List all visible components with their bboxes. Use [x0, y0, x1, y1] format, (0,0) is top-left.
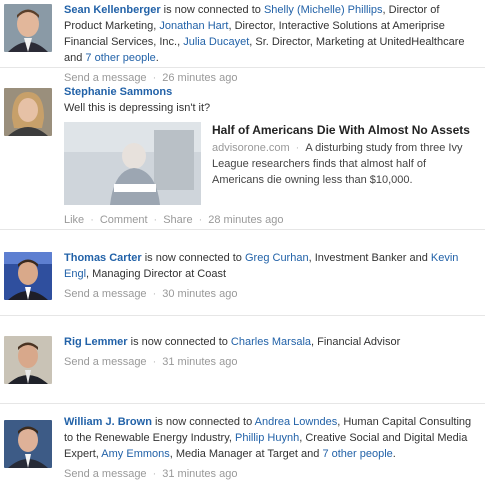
member-name-link[interactable]: William J. Brown	[64, 416, 152, 428]
connection-link[interactable]: Jonathan Hart	[159, 20, 228, 32]
member-name-link[interactable]: Thomas Carter	[64, 252, 142, 264]
feed-item: Thomas Carter is now connected to Greg C…	[0, 230, 485, 316]
profile-photo-icon	[4, 88, 52, 136]
connection-link[interactable]: Charles Marsala	[231, 336, 311, 348]
connection-link[interactable]: Julia Ducayet	[183, 36, 249, 48]
like-button[interactable]: Like	[64, 214, 84, 226]
feed-item-meta: Send a message · 31 minutes ago	[64, 356, 238, 368]
article-thumbnail[interactable]	[64, 122, 201, 205]
other-people-link[interactable]: 7 other people	[85, 52, 155, 64]
activity-feed: Sean Kellenberger is now connected to Sh…	[0, 0, 485, 480]
timestamp: 30 minutes ago	[162, 288, 238, 300]
feed-item-text: William J. Brown is now connected to And…	[64, 416, 472, 460]
share-button[interactable]: Share	[163, 214, 192, 226]
member-name-link[interactable]: Stephanie Sammons	[64, 86, 172, 98]
avatar[interactable]	[4, 336, 52, 384]
connection-link[interactable]: Shelly (Michelle) Phillips	[264, 4, 383, 16]
send-message-link[interactable]: Send a message	[64, 356, 147, 368]
member-name-link[interactable]: Sean Kellenberger	[64, 4, 161, 16]
timestamp: 31 minutes ago	[162, 356, 238, 368]
profile-photo-icon	[4, 336, 52, 384]
article-image-icon	[64, 122, 201, 205]
feed-item: Rig Lemmer is now connected to Charles M…	[0, 316, 485, 404]
send-message-link[interactable]: Send a message	[64, 468, 147, 480]
profile-photo-icon	[4, 252, 52, 300]
feed-item-text: Sean Kellenberger is now connected to Sh…	[64, 4, 465, 64]
connection-link[interactable]: Phillip Huynh	[235, 432, 299, 444]
avatar[interactable]	[4, 4, 52, 52]
comment-button[interactable]: Comment	[100, 214, 148, 226]
connection-link[interactable]: Greg Curhan	[245, 252, 309, 264]
avatar[interactable]	[4, 88, 52, 136]
shared-article: Half of Americans Die With Almost No Ass…	[64, 122, 475, 208]
article-title-link[interactable]: Half of Americans Die With Almost No Ass…	[212, 122, 475, 138]
profile-photo-icon	[4, 4, 52, 52]
feed-item-meta: Like · Comment · Share · 28 minutes ago	[64, 214, 284, 226]
timestamp: 31 minutes ago	[162, 468, 238, 480]
timestamp: 28 minutes ago	[208, 214, 284, 226]
other-people-link[interactable]: 7 other people	[322, 448, 392, 460]
share-message: Well this is depressing isn't it?	[64, 102, 211, 114]
avatar[interactable]	[4, 420, 52, 468]
feed-item-meta: Send a message · 31 minutes ago	[64, 468, 238, 480]
feed-item-meta: Send a message · 30 minutes ago	[64, 288, 238, 300]
avatar[interactable]	[4, 252, 52, 300]
feed-item: Stephanie Sammons Well this is depressin…	[0, 68, 485, 230]
feed-item: William J. Brown is now connected to And…	[0, 404, 485, 480]
feed-item-text: Thomas Carter is now connected to Greg C…	[64, 252, 459, 280]
member-name-link[interactable]: Rig Lemmer	[64, 336, 128, 348]
send-message-link[interactable]: Send a message	[64, 288, 147, 300]
feed-item-text: Rig Lemmer is now connected to Charles M…	[64, 336, 401, 348]
profile-photo-icon	[4, 420, 52, 468]
feed-item: Sean Kellenberger is now connected to Sh…	[0, 0, 485, 84]
article-source: advisorone.com	[212, 142, 290, 154]
connection-link[interactable]: Andrea Lowndes	[255, 416, 338, 428]
connection-link[interactable]: Amy Emmons	[101, 448, 169, 460]
